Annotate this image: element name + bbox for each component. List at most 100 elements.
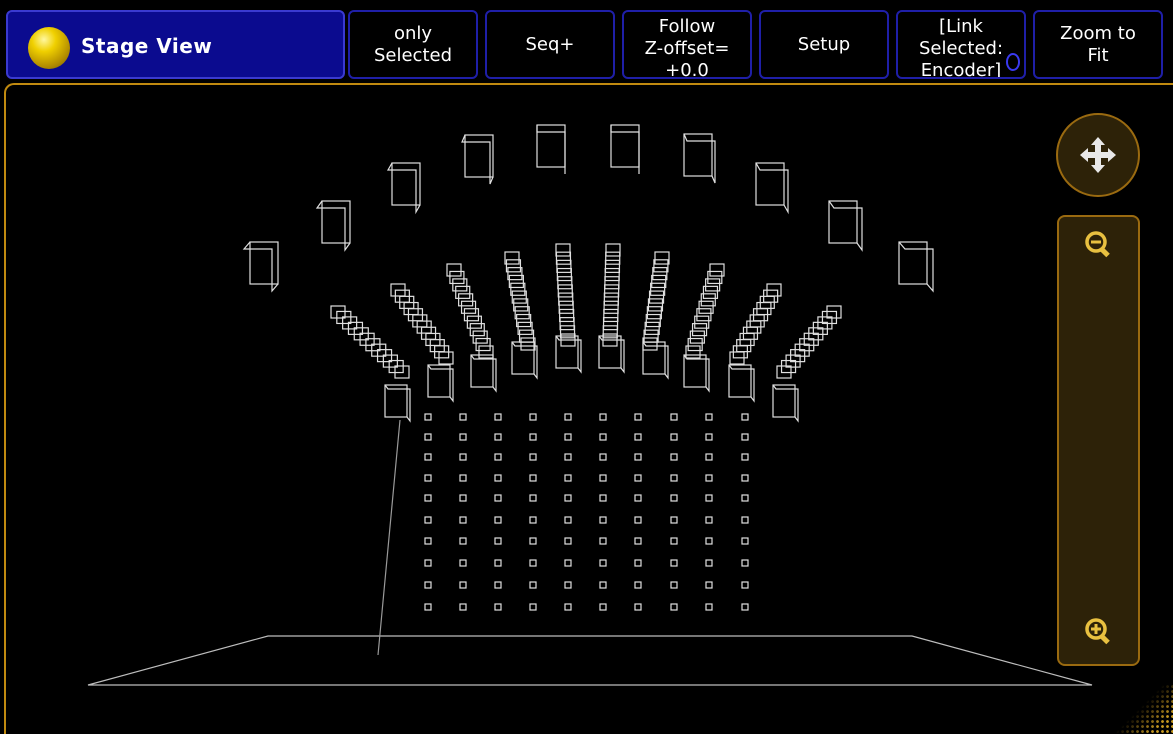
matrix-pixel [564,413,572,421]
fan-4-element [559,317,575,331]
matrix-pixel [670,603,678,611]
matrix-pixel [634,581,642,589]
matrix-pixel [424,516,432,524]
matrix-pixel [459,494,467,502]
matrix-pixel [459,581,467,589]
matrix-pixel [741,453,749,461]
fan-2-element [475,337,491,352]
fan-3-element [508,274,524,289]
lower-fixture-6-depth [642,341,669,380]
matrix-pixel [459,537,467,545]
matrix-pixel [634,537,642,545]
fan-3-element [505,259,522,273]
fan-6-element [650,282,666,296]
fan-6-element [647,298,664,312]
fan-2-element [472,330,488,344]
lower-fixture-2 [470,354,494,388]
matrix-pixel [494,537,502,545]
matrix-pixel [670,516,678,524]
matrix-pixel [599,474,607,482]
lower-fixture-6 [642,341,666,375]
fan-4-element [558,292,574,306]
matrix-pixel [459,413,467,421]
fan-6-element [644,321,660,335]
matrix-pixel [599,581,607,589]
fan-2-element [458,293,474,307]
fan-4-element [555,243,571,257]
stage-3d-canvas[interactable] [0,0,1173,734]
matrix-pixel [529,581,537,589]
matrix-pixel [494,453,502,461]
matrix-pixel [494,559,502,567]
matrix-pixel [634,494,642,502]
move-view-button[interactable] [1056,113,1140,197]
fan-3-element [517,321,533,335]
matrix-pixel [494,516,502,524]
matrix-pixel [741,603,749,611]
matrix-pixel [424,581,432,589]
fan-5-element [603,300,619,314]
matrix-pixel [705,559,713,567]
lower-fixture-8-depth [728,364,755,403]
fan-3-element [514,306,530,320]
fan-5-element [602,317,619,331]
matrix-pixel [494,603,502,611]
matrix-pixel [424,433,432,441]
lower-fixture-9-depth [772,384,799,423]
matrix-pixel [424,413,432,421]
matrix-pixel [494,581,502,589]
matrix-pixel [564,603,572,611]
resize-grip[interactable] [1115,684,1173,734]
matrix-pixel [705,581,713,589]
fan-2-element [469,323,485,337]
stage-floor [87,635,1093,686]
fan-5-element [604,259,621,273]
matrix-pixel [564,494,572,502]
lower-fixture-3 [511,341,535,375]
matrix-pixel [670,537,678,545]
matrix-pixel [599,603,607,611]
matrix-pixel [599,413,607,421]
matrix-pixel [634,603,642,611]
matrix-pixel [424,494,432,502]
matrix-pixel [670,559,678,567]
four-arrows-move-icon [1080,137,1116,173]
lower-fixture-5 [598,335,622,369]
matrix-pixel [564,559,572,567]
matrix-pixel [564,537,572,545]
zoom-out-button[interactable] [1079,225,1119,265]
fan-5-element [604,267,620,282]
outer-fixture-1 [321,200,351,244]
fan-3-element [516,313,532,328]
matrix-pixel [634,433,642,441]
matrix-pixel [670,453,678,461]
matrix-pixel [494,494,502,502]
fan-4-element [556,259,572,273]
matrix-pixel [459,559,467,567]
matrix-pixel [599,494,607,502]
lower-fixture-1-depth [427,364,454,403]
matrix-pixel [424,537,432,545]
lower-fixture-7-depth [683,354,710,393]
fan-6-element [653,259,669,273]
fan-3-element [511,290,527,304]
fan-3-element [504,251,520,265]
matrix-pixel [741,516,749,524]
matrix-pixel [529,433,537,441]
matrix-pixel [529,494,537,502]
outer-fixture-3 [464,134,494,178]
fan-3-element [510,282,526,296]
matrix-pixel [634,516,642,524]
zoom-in-button[interactable] [1079,612,1119,652]
zoom-slider[interactable] [1057,215,1140,666]
matrix-pixel [741,413,749,421]
fan-2-element [455,285,471,299]
matrix-pixel [459,516,467,524]
lower-fixture-0 [384,384,408,418]
outer-fixture-4 [536,124,566,168]
fan-6-element [651,274,667,289]
lower-fixture-9 [772,384,796,418]
matrix-pixel [424,603,432,611]
matrix-pixel [564,453,572,461]
lower-fixture-0-depth [384,384,411,423]
